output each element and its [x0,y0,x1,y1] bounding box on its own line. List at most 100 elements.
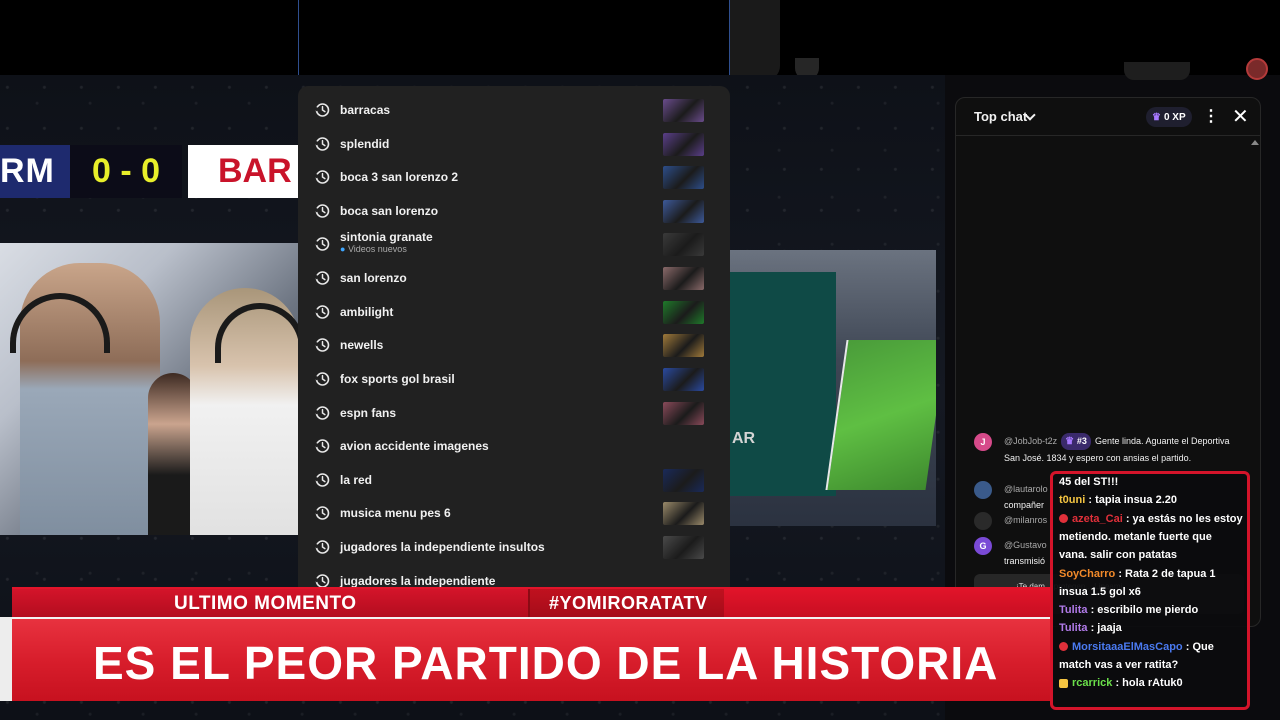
search-suggestion-text: san lorenzo [340,271,407,285]
search-suggestion-subtitle-text: Videos nuevos [347,244,407,254]
chat-header: Top chat ♛ 0 XP ⋮ ✕ [956,98,1260,136]
search-suggestion-item[interactable]: espn fans [298,397,730,430]
search-suggestion-item[interactable]: la red [298,464,730,497]
banner-headline: ES EL PEOR PARTIDO DE LA HISTORIA [93,637,999,689]
search-suggestion-item[interactable]: boca san lorenzo [298,195,730,228]
video-thumbnail [663,233,704,256]
member-badge-text: #3 [1076,436,1087,446]
chat-author[interactable]: @milanros [1004,515,1047,525]
avatar[interactable] [974,481,992,499]
search-suggestion-item[interactable]: fox sports gol brasil [298,363,730,396]
overlay-chat-text: : Que [1185,640,1214,653]
scoreboard-score: 0 - 0 [70,145,182,198]
search-button[interactable] [730,0,780,80]
video-thumbnail [663,133,704,156]
crown-icon: ♛ [1065,436,1077,447]
search-input[interactable] [298,0,730,80]
overlay-chat-user: SoyCharro [1059,567,1116,580]
avatar[interactable]: J [974,433,992,451]
video-thumbnail [663,368,704,391]
search-suggestion-subtitle: ● Videos nuevos [340,244,407,254]
history-icon [314,472,330,488]
avatar[interactable]: G [974,537,992,555]
overlay-chat-line: rcarrick : hola rAtuk0 [1059,675,1245,692]
history-icon [314,203,330,219]
search-suggestion-text: avion accidente imagenes [340,439,489,453]
crown-icon: ♛ [1152,111,1161,123]
user-badge-icon [1059,678,1068,688]
overlay-chat-user: azeta_Cai [1072,512,1123,525]
search-suggestion-item[interactable]: boca 3 san lorenzo 2 [298,161,730,194]
search-suggestion-item[interactable]: avion accidente imagenes [298,430,730,463]
user-badge-icon [1059,514,1068,524]
overlay-chat-text: : escribilo me pierdo [1090,604,1199,617]
video-thumbnail [663,200,704,223]
search-suggestion-text: ambilight [340,305,394,319]
overlay-chat-text: : tapia insua 2.20 [1088,494,1177,507]
xp-badge[interactable]: ♛ 0 XP [1146,107,1192,127]
search-suggestion-item[interactable]: sintonia granate ● Videos nuevos [298,228,730,261]
banner-edge [0,617,12,701]
chat-author[interactable]: @Gustavo [1004,540,1047,550]
search-suggestion-item[interactable]: jugadores la independiente insultos [298,531,730,564]
history-icon [314,505,330,521]
search-suggestion-item[interactable]: barracas [298,94,730,127]
overlay-chat-line: MorsitaaaElMasCapo : Que [1059,639,1245,656]
new-indicator-icon: ● [340,244,348,254]
game-menu-panel: AR [730,272,836,496]
banner-label: ULTIMO MOMENTO [174,593,357,614]
history-icon [314,539,330,555]
search-suggestion-text: newells [340,338,384,352]
search-suggestion-text: musica menu pes 6 [340,506,451,520]
search-suggestion-text: splendid [340,137,390,151]
search-suggestion-text: boca san lorenzo [340,204,439,218]
history-icon [314,405,330,421]
video-thumbnail [663,502,704,525]
close-icon[interactable]: ✕ [1232,104,1249,129]
search-suggestion-item[interactable]: newells [298,329,730,362]
overlay-chat-user: t0uni [1059,494,1086,507]
search-suggestion-item[interactable]: splendid [298,128,730,161]
overlay-chat-text: insua 1.5 gol x6 [1059,585,1141,598]
video-thumbnail [663,469,704,492]
overlay-chat-line: metiendo. metanle fuerte que [1059,529,1245,546]
overlay-chat-line: SoyCharro : Rata 2 de tapua 1 [1059,566,1245,583]
webcam-feed [0,243,298,535]
video-thumbnail [663,402,704,425]
search-suggestion-item[interactable]: san lorenzo [298,262,730,295]
overlay-chat-text: 45 del ST!!! [1059,476,1119,488]
chat-author[interactable]: @JobJob-t2z [1004,436,1057,446]
search-suggestions-dropdown: barracas splendid boca 3 san lorenzo 2 boca… [298,86,730,591]
search-suggestion-text: fox sports gol brasil [340,372,455,386]
chat-author[interactable]: @lautarolo [1004,484,1048,494]
history-icon [314,169,330,185]
video-thumbnail [663,536,704,559]
video-thumbnail [663,99,704,122]
overlay-chat-text: : hola rAtuk0 [1115,677,1183,690]
history-icon [314,438,330,454]
history-icon [314,102,330,118]
chat-mode-selector[interactable]: Top chat [974,109,1027,124]
video-thumbnail [663,301,704,324]
chat-message-text: transmisió [1004,556,1046,566]
account-avatar[interactable] [1246,58,1268,80]
overlay-chat-text: match vas a ver ratita? [1059,659,1179,671]
search-suggestion-text: sintonia granate [340,230,433,244]
history-icon [314,371,330,387]
game-capture: AR [730,250,936,526]
overlay-chat-text: : jaaja [1090,622,1122,635]
scoreboard-team-right: BAR [188,145,298,198]
avatar[interactable] [974,512,992,530]
overlay-chat-line: azeta_Cai : ya estás no les estoy [1059,511,1245,528]
overlay-chat-line: match vas a ver ratita? [1059,657,1245,674]
overlay-chat-line: vana. salir con patatas [1059,547,1245,564]
user-badge-icon [1059,642,1068,652]
video-thumbnail [663,334,704,357]
search-suggestion-item[interactable]: musica menu pes 6 [298,497,730,530]
scroll-up-arrow-icon[interactable] [1251,140,1259,145]
search-suggestion-item[interactable]: ambilight [298,296,730,329]
more-options-icon[interactable]: ⋮ [1203,106,1219,126]
overlay-chat-line: t0uni : tapia insua 2.20 [1059,492,1245,509]
create-button[interactable] [1124,62,1190,80]
history-icon [314,304,330,320]
